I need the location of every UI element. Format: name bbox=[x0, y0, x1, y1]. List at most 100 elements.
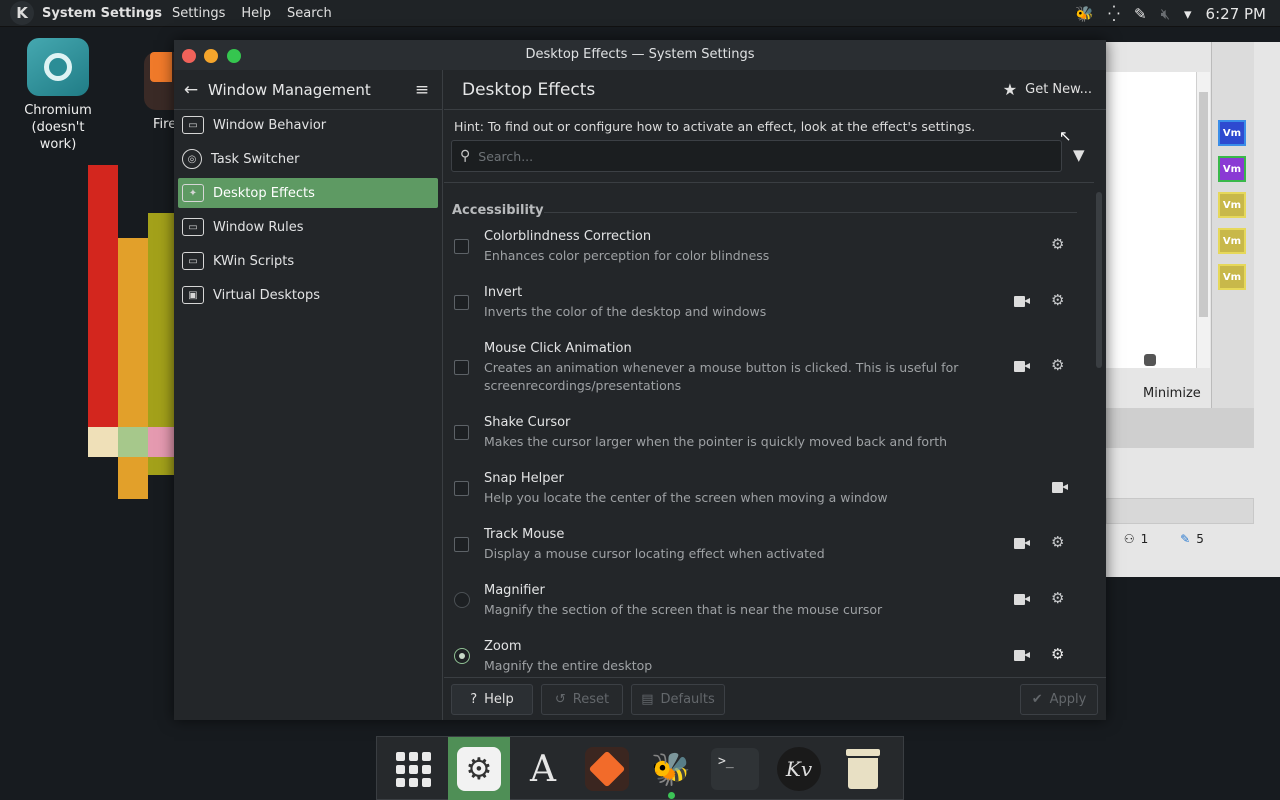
back-arrow-icon[interactable]: ← bbox=[174, 80, 208, 100]
effect-description: Enhances color perception for color blin… bbox=[484, 248, 770, 263]
effect-description: Makes the cursor larger when the pointer… bbox=[484, 434, 948, 449]
effect-description: Magnify the section of the screen that i… bbox=[484, 602, 883, 617]
reset-button[interactable]: ↺ Reset bbox=[541, 684, 623, 715]
kv-app-icon: Kv bbox=[777, 747, 821, 791]
gear-icon[interactable]: ⚙ bbox=[1051, 356, 1064, 374]
search-input[interactable] bbox=[478, 148, 1039, 164]
sidebar-item-task-switcher[interactable]: ◎ Task Switcher bbox=[178, 144, 438, 174]
hamburger-menu-icon[interactable]: ≡ bbox=[402, 80, 442, 100]
desktop-icon-chromium[interactable]: Chromium (doesn't work) bbox=[12, 38, 104, 153]
effect-checkbox[interactable] bbox=[454, 425, 469, 440]
background-window-toolbar bbox=[1106, 408, 1254, 448]
vm-button[interactable]: Vm bbox=[1218, 192, 1246, 218]
vm-button[interactable]: Vm bbox=[1218, 156, 1246, 182]
gear-icon[interactable]: ⚙ bbox=[1051, 645, 1064, 663]
sidebar-header: ← Window Management ≡ bbox=[174, 70, 442, 110]
dock-trash[interactable] bbox=[832, 737, 894, 800]
defaults-label: Defaults bbox=[660, 692, 715, 707]
window-behavior-icon: ▭ bbox=[182, 116, 204, 134]
effect-checkbox[interactable] bbox=[454, 360, 469, 375]
scrollbar-thumb[interactable] bbox=[1096, 192, 1102, 368]
virtual-desktops-icon: ▣ bbox=[182, 286, 204, 304]
effect-checkbox[interactable] bbox=[454, 481, 469, 496]
effect-checkbox[interactable] bbox=[454, 295, 469, 310]
menu-search[interactable]: Search bbox=[287, 6, 332, 21]
background-window-scrollbar[interactable] bbox=[1196, 72, 1210, 368]
chevron-down-icon[interactable]: ▾ bbox=[1184, 5, 1192, 23]
dock-system-settings[interactable]: ⚙ bbox=[448, 737, 510, 800]
video-icon[interactable] bbox=[1014, 594, 1030, 605]
sidebar-item-window-behavior[interactable]: ▭ Window Behavior bbox=[178, 110, 438, 140]
app-menu-title[interactable]: System Settings bbox=[42, 6, 162, 21]
video-icon[interactable] bbox=[1014, 361, 1030, 372]
dock-app-launcher[interactable] bbox=[382, 737, 444, 800]
apply-button[interactable]: ✔ Apply bbox=[1020, 684, 1098, 715]
minimize-checkbox[interactable] bbox=[1144, 354, 1156, 366]
effects-scrollbar[interactable] bbox=[1094, 182, 1104, 677]
gear-icon[interactable]: ⚙ bbox=[1051, 291, 1064, 309]
effect-checkbox[interactable] bbox=[454, 239, 469, 254]
effects-list[interactable]: Accessibility Colorblindness Correction … bbox=[444, 182, 1094, 677]
video-icon[interactable] bbox=[1014, 650, 1030, 661]
pen-icon[interactable]: ✎ bbox=[1134, 5, 1147, 23]
clock[interactable]: 6:27 PM bbox=[1206, 5, 1266, 23]
help-button[interactable]: ? Help bbox=[451, 684, 533, 715]
network-icon[interactable]: ⁛ bbox=[1108, 5, 1120, 23]
tool-icon: ✎ bbox=[1180, 532, 1191, 546]
dock-bee-app[interactable]: 🐝 bbox=[640, 737, 702, 800]
gear-icon[interactable]: ⚙ bbox=[1051, 589, 1064, 607]
defaults-button[interactable]: ▤ Defaults bbox=[631, 684, 725, 715]
video-icon[interactable] bbox=[1014, 538, 1030, 549]
sidebar-item-label: Desktop Effects bbox=[213, 185, 315, 201]
effect-radio[interactable] bbox=[454, 592, 470, 608]
star-icon: ★ bbox=[1002, 80, 1018, 99]
video-icon[interactable] bbox=[1052, 482, 1068, 493]
section-header: Accessibility bbox=[452, 203, 544, 218]
background-window-input[interactable] bbox=[1106, 498, 1254, 524]
sidebar-item-label: Task Switcher bbox=[211, 151, 300, 167]
vm-button[interactable]: Vm bbox=[1218, 228, 1246, 254]
effect-description: Magnify the entire desktop bbox=[484, 658, 653, 673]
gear-icon[interactable]: ⚙ bbox=[1051, 235, 1064, 253]
get-new-button[interactable]: ★ Get New... bbox=[1003, 80, 1092, 99]
effect-radio[interactable] bbox=[454, 648, 470, 664]
background-window[interactable]: Vm Vm Vm Vm Vm Minimize ⚇ 1 ✎ 5 bbox=[1106, 42, 1280, 577]
sidebar-item-window-rules[interactable]: ▭ Window Rules bbox=[178, 212, 438, 242]
desktop-icon-firefox[interactable]: Fire bbox=[144, 38, 174, 133]
video-icon[interactable] bbox=[1014, 296, 1030, 307]
dock-font-app[interactable]: A bbox=[512, 737, 574, 800]
users-icon: ⚇ bbox=[1123, 532, 1135, 546]
dock-kv-app[interactable]: Kv bbox=[768, 737, 830, 800]
vm-button[interactable]: Vm bbox=[1218, 264, 1246, 290]
trash-icon bbox=[846, 749, 880, 789]
vm-button[interactable]: Vm bbox=[1218, 120, 1246, 146]
menu-help[interactable]: Help bbox=[241, 6, 271, 21]
filter-icon[interactable]: ▼ bbox=[1073, 146, 1085, 164]
effect-description: Inverts the color of the desktop and win… bbox=[484, 304, 767, 319]
get-new-label: Get New... bbox=[1025, 82, 1092, 97]
window-titlebar[interactable]: Desktop Effects — System Settings bbox=[174, 40, 1106, 70]
dock-firefox[interactable] bbox=[576, 737, 638, 800]
counter-button-1[interactable]: ⚇ 1 bbox=[1112, 527, 1160, 551]
kde-logo-icon[interactable]: K bbox=[10, 1, 34, 25]
minimize-label: Minimize bbox=[1143, 386, 1201, 401]
desktop-icon-label: Chromium bbox=[24, 103, 92, 118]
reset-label: Reset bbox=[572, 692, 610, 707]
desktop-icon-label: Fire bbox=[153, 117, 174, 132]
sidebar-item-desktop-effects[interactable]: ✦ Desktop Effects bbox=[178, 178, 438, 208]
search-icon: ⚲ bbox=[460, 148, 471, 164]
gear-icon[interactable]: ⚙ bbox=[1051, 533, 1064, 551]
menu-settings[interactable]: Settings bbox=[172, 6, 225, 21]
dock-terminal[interactable]: >_ bbox=[704, 737, 766, 800]
effect-name: Mouse Click Animation bbox=[484, 341, 632, 356]
volume-muted-icon[interactable]: 🔇︎ bbox=[1161, 5, 1170, 23]
font-app-icon: A bbox=[530, 748, 556, 790]
sidebar-title: Window Management bbox=[208, 80, 371, 99]
sidebar-item-kwin-scripts[interactable]: ▭ KWin Scripts bbox=[178, 246, 438, 276]
effect-checkbox[interactable] bbox=[454, 537, 469, 552]
bee-app-icon: 🐝 bbox=[651, 750, 691, 788]
bee-icon[interactable]: 🐝 bbox=[1075, 5, 1094, 23]
sidebar-item-virtual-desktops[interactable]: ▣ Virtual Desktops bbox=[178, 280, 438, 310]
search-field[interactable]: ⚲ bbox=[451, 140, 1062, 172]
counter-button-2[interactable]: ✎ 5 bbox=[1166, 527, 1218, 551]
